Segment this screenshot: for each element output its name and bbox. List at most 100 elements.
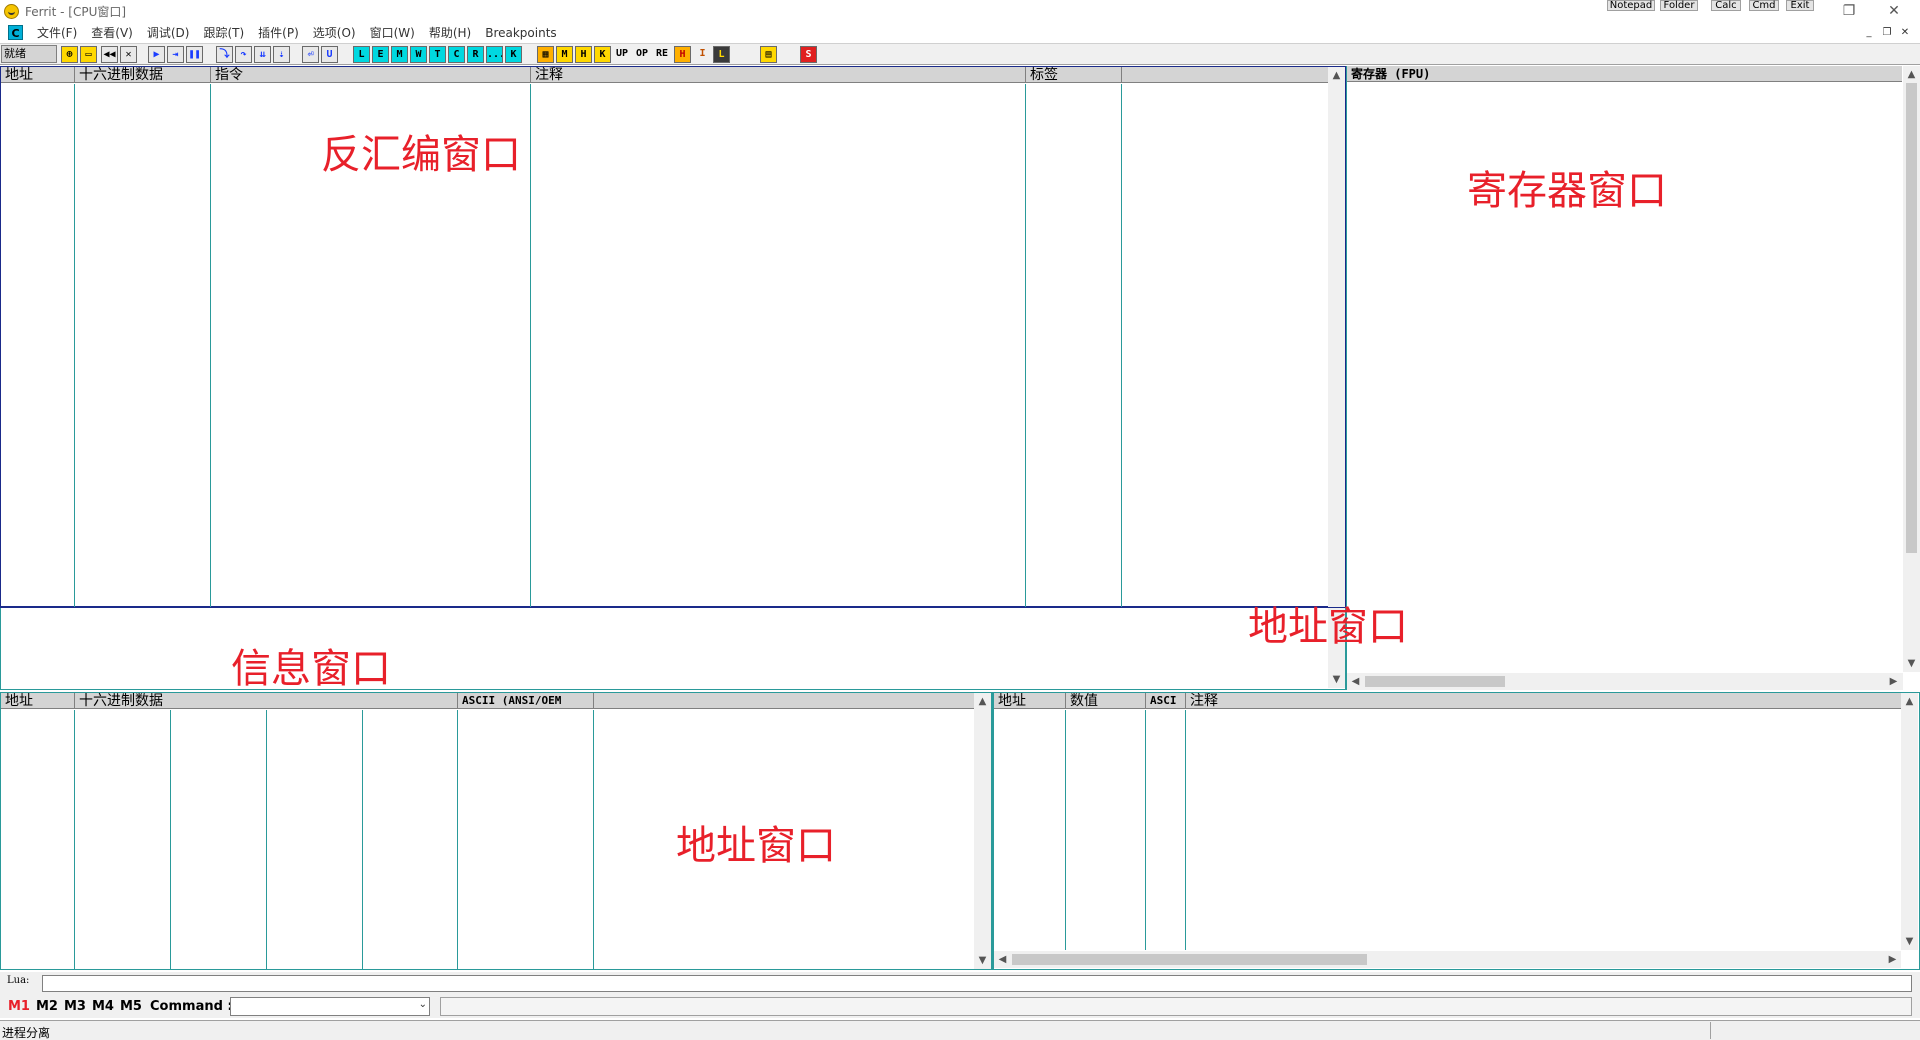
macro-m3[interactable]: M3 bbox=[64, 999, 86, 1014]
script-icon[interactable]: S bbox=[800, 46, 817, 63]
registers-vscrollbar[interactable]: ▲ ▼ bbox=[1903, 66, 1920, 672]
macro-m4[interactable]: M4 bbox=[92, 999, 114, 1014]
menu-plugins[interactable]: 插件(P) bbox=[258, 24, 299, 41]
menu-view[interactable]: 查看(V) bbox=[91, 24, 133, 41]
l-button[interactable]: L bbox=[713, 46, 730, 63]
pause-icon[interactable]: ❚❚ bbox=[186, 46, 203, 63]
open-target-icon[interactable]: ⊕ bbox=[61, 46, 78, 63]
k-button[interactable]: K bbox=[594, 46, 611, 63]
menu-window[interactable]: 窗口(W) bbox=[370, 24, 415, 41]
mdi-restore-icon[interactable]: ❐ bbox=[1880, 27, 1894, 41]
lua-input[interactable] bbox=[42, 975, 1912, 992]
scroll-down-icon[interactable]: ▼ bbox=[1901, 933, 1918, 950]
op-button[interactable]: OP bbox=[632, 46, 652, 63]
stack-vscrollbar[interactable]: ▲ ▼ bbox=[1901, 693, 1918, 950]
up-button[interactable]: UP bbox=[612, 46, 632, 63]
cpu-window-button[interactable]: C bbox=[448, 46, 465, 63]
disassembly-pane[interactable]: 地址 十六进制数据 指令 注释 标签 ▲ 反汇编窗口 bbox=[0, 66, 1346, 608]
memory-dump-pane[interactable]: 地址 十六进制数据 ASCII (ANSI/OEM ▲ ▼ 地址窗口 bbox=[0, 692, 992, 970]
info-pane[interactable]: ▼ 信息窗口 地址窗口 bbox=[0, 604, 1408, 692]
macro-m1[interactable]: M1 bbox=[8, 999, 30, 1014]
hardware-breakpoint-button[interactable]: H bbox=[575, 46, 592, 63]
stack-pane[interactable]: 地址 数值 ASCI 注释 ▲ ▼ ◀ ▶ bbox=[992, 692, 1920, 970]
menu-breakpoints[interactable]: Breakpoints bbox=[485, 26, 556, 40]
run-trace-button[interactable]: ... bbox=[486, 46, 503, 63]
column-hex-data[interactable]: 十六进制数据 bbox=[75, 693, 458, 709]
step-over-icon[interactable]: ↷ bbox=[235, 46, 252, 63]
modules-window-button[interactable]: E bbox=[372, 46, 389, 63]
scroll-up-icon[interactable]: ▲ bbox=[1328, 67, 1345, 84]
menu-options[interactable]: 选项(O) bbox=[313, 24, 356, 41]
menu-help[interactable]: 帮助(H) bbox=[429, 24, 471, 41]
scroll-down-icon[interactable]: ▼ bbox=[1328, 671, 1345, 688]
column-value[interactable]: 数值 bbox=[1066, 693, 1146, 709]
re-button[interactable]: RE bbox=[652, 46, 672, 63]
registers-pane[interactable]: 寄存器 (FPU) ▲ ▼ ◀ ▶ 寄存器窗口 bbox=[1346, 66, 1920, 690]
run-thread-icon[interactable]: ⇥ bbox=[167, 46, 184, 63]
column-comment[interactable]: 注释 bbox=[531, 67, 1026, 83]
menu-debug[interactable]: 调试(D) bbox=[147, 24, 190, 41]
folder-button[interactable]: Folder bbox=[1660, 0, 1698, 11]
close-window-icon[interactable]: ✕ bbox=[1882, 0, 1906, 22]
threads-window-button[interactable]: T bbox=[429, 46, 446, 63]
disassembly-scrollbar[interactable]: ▲ bbox=[1328, 67, 1345, 607]
menu-trace[interactable]: 跟踪(T) bbox=[203, 24, 244, 41]
column-hex-data[interactable]: 十六进制数据 bbox=[75, 67, 211, 83]
cmd-button[interactable]: Cmd bbox=[1749, 0, 1779, 11]
column-label[interactable]: 标签 bbox=[1026, 67, 1122, 83]
chevron-down-icon[interactable]: ⌄ bbox=[419, 999, 427, 1010]
scroll-left-icon[interactable]: ◀ bbox=[994, 951, 1011, 968]
run-icon[interactable]: ▶ bbox=[148, 46, 165, 63]
mdi-minimize-icon[interactable]: _ bbox=[1862, 27, 1876, 41]
scroll-left-icon[interactable]: ◀ bbox=[1347, 673, 1364, 690]
close-process-icon[interactable]: ✕ bbox=[120, 46, 137, 63]
exit-button[interactable]: Exit bbox=[1786, 0, 1814, 11]
scroll-right-icon[interactable]: ▶ bbox=[1885, 673, 1902, 690]
column-ascii[interactable]: ASCII (ANSI/OEM bbox=[458, 693, 594, 709]
registers-title[interactable]: 寄存器 (FPU) bbox=[1347, 66, 1902, 82]
scroll-right-icon[interactable]: ▶ bbox=[1884, 951, 1901, 968]
h-button[interactable]: H bbox=[674, 46, 691, 63]
registers-hscrollbar[interactable]: ◀ ▶ bbox=[1347, 673, 1903, 690]
macro-m5[interactable]: M5 bbox=[120, 999, 142, 1014]
stack-hscrollbar[interactable]: ◀ ▶ bbox=[994, 951, 1901, 968]
windows-list-button[interactable]: W bbox=[410, 46, 427, 63]
column-instruction[interactable]: 指令 bbox=[211, 67, 531, 83]
column-comment[interactable]: 注释 bbox=[1186, 693, 1901, 709]
scroll-down-icon[interactable]: ▼ bbox=[1903, 655, 1920, 672]
scroll-thumb[interactable] bbox=[1012, 954, 1367, 965]
column-address[interactable]: 地址 bbox=[1, 67, 75, 83]
menu-file[interactable]: 文件(F) bbox=[37, 24, 77, 41]
column-address[interactable]: 地址 bbox=[994, 693, 1066, 709]
macro-m2[interactable]: M2 bbox=[36, 999, 58, 1014]
scroll-thumb[interactable] bbox=[1906, 83, 1917, 553]
mdi-close-icon[interactable]: ✕ bbox=[1898, 27, 1912, 41]
trace-into-icon[interactable]: ⇊ bbox=[254, 46, 271, 63]
step-into-icon[interactable]: ⤵ bbox=[216, 46, 233, 63]
restart-icon[interactable]: ◀◀ bbox=[101, 46, 118, 63]
column-extra[interactable] bbox=[1122, 67, 1328, 83]
notepad-button[interactable]: Notepad bbox=[1607, 0, 1655, 11]
scroll-up-icon[interactable]: ▲ bbox=[1903, 66, 1920, 83]
cpu-window-icon[interactable]: C bbox=[8, 25, 23, 40]
references-button[interactable]: R bbox=[467, 46, 484, 63]
column-address[interactable]: 地址 bbox=[1, 693, 75, 709]
scroll-thumb[interactable] bbox=[1365, 676, 1505, 687]
dump-scrollbar[interactable]: ▲ ▼ bbox=[974, 693, 991, 969]
folder-open-icon[interactable]: ▤ bbox=[760, 46, 777, 63]
column-ascii[interactable]: ASCI bbox=[1146, 693, 1186, 709]
memory-map-button[interactable]: M bbox=[391, 46, 408, 63]
i-button[interactable]: I bbox=[694, 46, 711, 63]
memory-breakpoint-button[interactable]: M bbox=[556, 46, 573, 63]
column-extra[interactable] bbox=[594, 693, 974, 709]
open-file-icon[interactable]: ▭ bbox=[80, 46, 97, 63]
patch-icon[interactable]: ▦ bbox=[537, 46, 554, 63]
execute-till-user-code-icon[interactable]: U bbox=[321, 46, 338, 63]
scroll-up-icon[interactable]: ▲ bbox=[1901, 693, 1918, 710]
restore-window-icon[interactable]: ❐ bbox=[1837, 0, 1861, 22]
scroll-up-icon[interactable]: ▲ bbox=[974, 693, 991, 710]
calc-button[interactable]: Calc bbox=[1711, 0, 1741, 11]
log-window-button[interactable]: L bbox=[353, 46, 370, 63]
trace-over-icon[interactable]: ⇣ bbox=[273, 46, 290, 63]
scroll-down-icon[interactable]: ▼ bbox=[974, 952, 991, 969]
